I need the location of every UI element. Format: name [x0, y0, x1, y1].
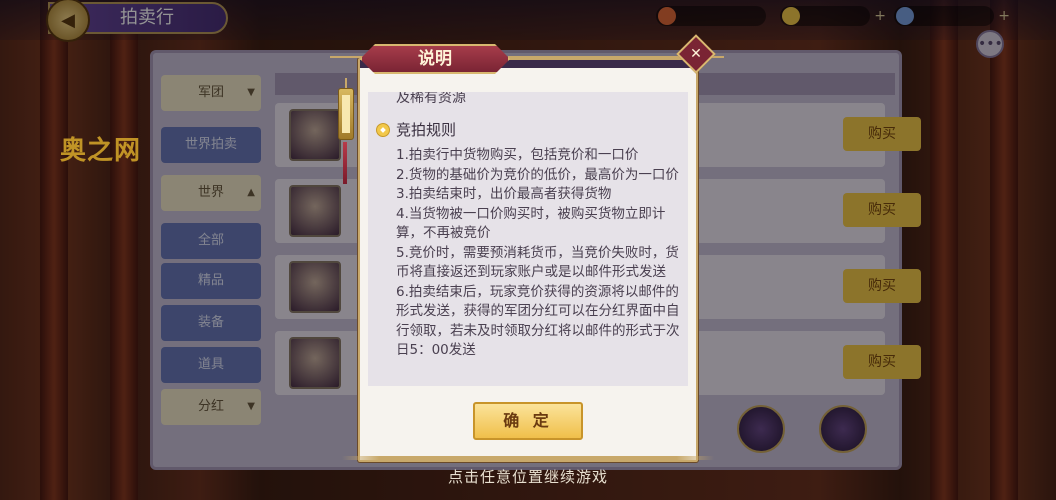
lantern-body	[338, 88, 354, 140]
rule-item: 5.竞价时，需要预消耗货币，当竞价失败时，货币将直接返还到玩家账户或是以邮件形式…	[396, 244, 679, 281]
dialog-title-text: 说明	[418, 49, 452, 69]
title-ornament-line	[330, 56, 364, 58]
section-heading-text: 竞拍规则	[396, 121, 457, 139]
confirm-button[interactable]: 确 定	[473, 402, 583, 440]
section-heading: 竞拍规则	[376, 120, 686, 140]
lantern-tassel	[343, 142, 347, 184]
rule-item: 1.拍卖行中货物购买，包括竞价和一口价	[396, 147, 639, 163]
rules-scroll-area[interactable]: 及稀有资源 竞拍规则 1.拍卖行中货物购买，包括竞价和一口价 2.货物的基础价为…	[368, 92, 688, 386]
rule-item: 4.当货物被一口价购买时，被购买货物立即计算，不再被竞价	[396, 205, 666, 242]
previous-text: 及稀有资源	[396, 92, 466, 106]
lantern-ornament-icon	[338, 78, 354, 186]
close-icon: ✕	[690, 46, 702, 62]
dialog-title: 说明	[360, 44, 510, 74]
rules-content: 及稀有资源 竞拍规则 1.拍卖行中货物购买，包括竞价和一口价 2.货物的基础价为…	[376, 92, 686, 361]
watermark: 奥之网	[60, 136, 142, 166]
diamond-bullet-icon	[376, 123, 390, 137]
dialog-bottom-ornament	[342, 456, 714, 460]
rule-list: 1.拍卖行中货物购买，包括竞价和一口价 2.货物的基础价为竞价的低价，最高价为一…	[396, 146, 686, 361]
rule-item: 2.货物的基础价为竞价的低价，最高价为一口价	[396, 166, 679, 183]
continue-hint[interactable]: 点击任意位置继续游戏	[0, 466, 1056, 487]
rule-item: 6.拍卖结束后，玩家竞价获得的资源将以邮件的形式发送，获得的军团分红可以在分红界…	[396, 283, 680, 359]
lantern-glass	[342, 95, 350, 133]
rule-item: 3.拍卖结束时，出价最高者获得货物	[396, 186, 612, 202]
